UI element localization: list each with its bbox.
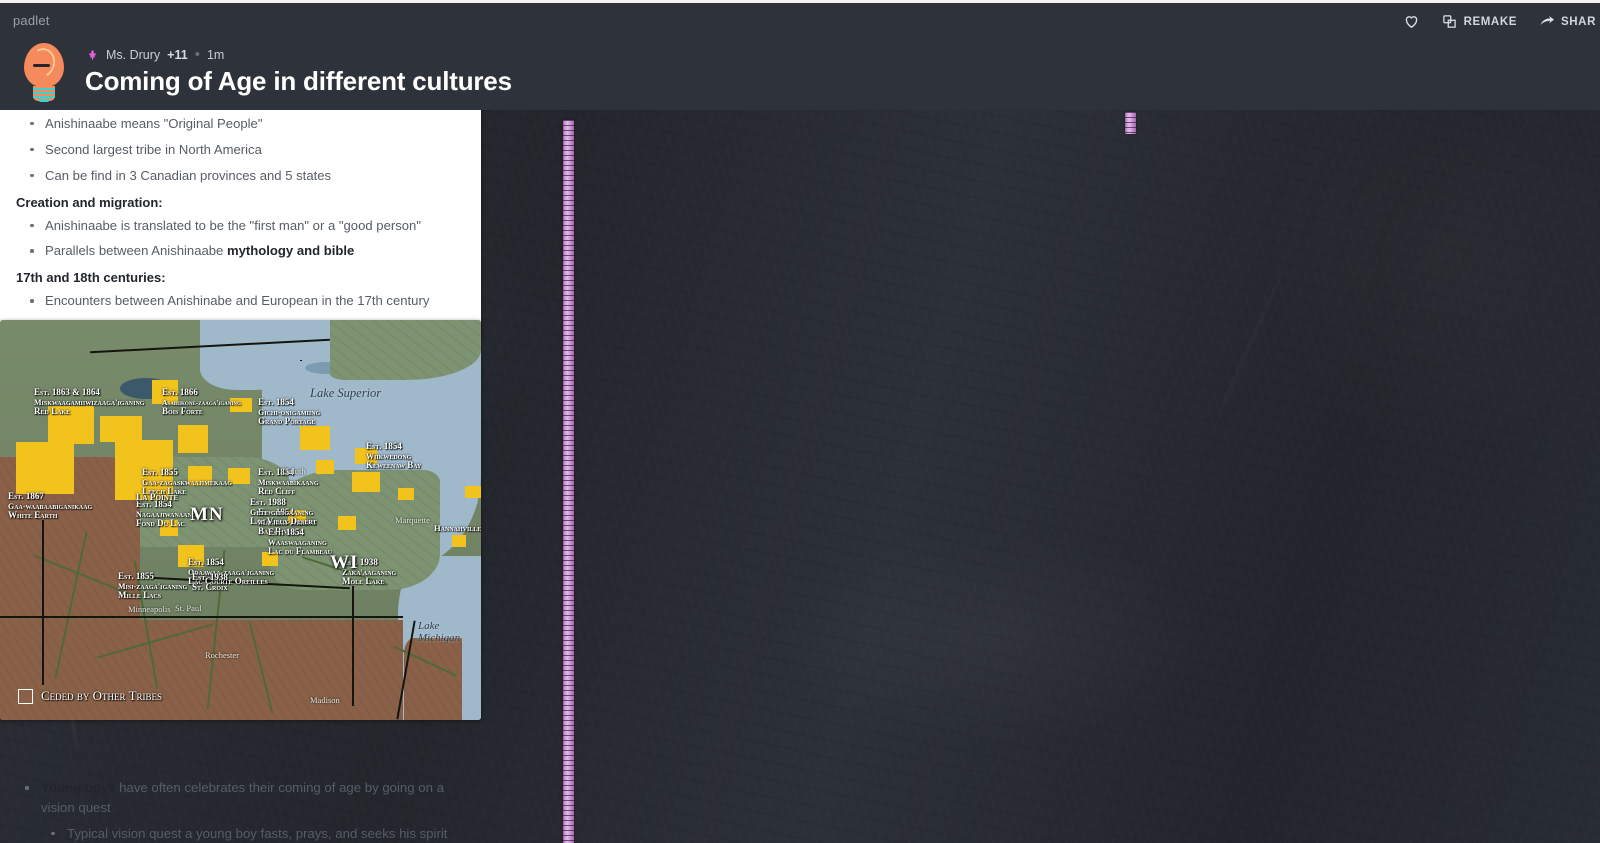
reservation-shape (452, 535, 466, 547)
column-divider-right (1125, 112, 1136, 134)
youth-trends-list: Young boys have often celebrates their c… (15, 778, 452, 843)
reservation-shape (465, 486, 481, 498)
list-item: Encounters between Anishinabe and Europe… (22, 291, 465, 311)
list-item: Anishinaabe means "Original People" (22, 114, 465, 134)
ojibwe-reservations-map: Est. 1863 & 1864 Miskwaagamiiwizaaga'iga… (0, 320, 481, 720)
creation-list: Anishinaabe is translated to be the "fir… (22, 216, 465, 262)
map-reservation-label: Est. 1988 Gete-gitigaaning Lac Vieux Des… (250, 497, 317, 527)
legend-label: Ceded by Other Tribes (41, 688, 163, 703)
state-label-mn: MN (190, 504, 224, 525)
author-name[interactable]: Ms. Drury (106, 48, 160, 62)
section-heading-centuries: 17th and 18th centuries: (16, 270, 166, 286)
map-reservation-label: Est. 1854 Nagaajiwanaang Fond Du Lac (136, 499, 197, 529)
remake-label: REMAKE (1463, 15, 1517, 28)
lake-label-superior: Lake Superior (310, 386, 382, 400)
top-bar: padlet Ms. Drury +11 • 1m Coming of Age … (0, 0, 1600, 110)
map-reservation-label: Est. 1854 Waaswaaganing Lac du Flambeau (268, 527, 333, 557)
list-item: Young boys have often celebrates their c… (15, 778, 452, 843)
reservation-shape (16, 442, 74, 494)
remake-icon (1442, 14, 1457, 29)
map-reservation-label: Est. 1866 Asabiikone-zaaga'iganing Bois … (162, 387, 241, 417)
city-label-marquette: Marquette (395, 515, 430, 525)
collaborator-count[interactable]: +11 (167, 48, 188, 62)
reservation-shape (398, 488, 414, 500)
map-reservation-label: Est. 1854 Wiikwedong Keweenaw Bay (366, 441, 422, 471)
share-label: SHAR (1561, 15, 1596, 28)
section-heading-creation: Creation and migration: (16, 194, 163, 210)
reservation-shape (300, 426, 330, 450)
list-item: Anishinaabe is translated to be the "fir… (22, 216, 465, 236)
centuries-list: Encounters between Anishinabe and Europe… (22, 291, 465, 311)
padlet-board-page: padlet Ms. Drury +11 • 1m Coming of Age … (0, 0, 1600, 843)
list-item: Second largest tribe in North America (22, 140, 465, 160)
legend-swatch-icon (18, 688, 33, 704)
state-label-wi: WI (330, 552, 359, 573)
map-reservation-label: Est. 1854 Gichi-onigamiing Grand Portage (258, 397, 321, 427)
last-updated-time: 1m (206, 48, 225, 62)
city-label-madison: Madison (310, 695, 340, 705)
list-item: Parallels between Anishinaabe mythology … (22, 241, 465, 261)
remake-button[interactable]: REMAKE (1442, 14, 1517, 29)
share-icon (1539, 14, 1554, 29)
board-meta: Ms. Drury +11 • 1m (85, 47, 225, 62)
column-divider-left (563, 120, 574, 843)
list-item: Typical vision quest a young boy fasts, … (41, 824, 452, 843)
map-reservation-label: Est. 1863 & 1864 Miskwaagamiiwizaaga'iga… (34, 387, 145, 417)
list-item-lead: Young boys (41, 780, 116, 795)
lake-label-michigan: Lake Michigan (418, 620, 461, 644)
map-reservation-label: Est. 1867 Gaa-waabaabiganikaag White Ear… (8, 491, 93, 521)
board-avatar-lightbulb-icon (20, 43, 68, 102)
city-label-minneapolis: Minneapolis (128, 604, 171, 614)
sub-list: Typical vision quest a young boy fasts, … (41, 824, 452, 843)
heart-icon (1403, 13, 1420, 30)
city-label-stpaul: St. Paul (175, 603, 202, 613)
map-reservation-label: Est. 1938 St. Croix (192, 572, 228, 592)
top-bar-actions: REMAKE SHAR (1403, 13, 1600, 30)
map-place-label-hannahville: Hannahville (434, 523, 481, 533)
map-reservation-label: Est. 1855 Misi-zaaga'iganing Mille Lacs (118, 571, 188, 601)
map-place-label-lapointe: La Pointe (136, 493, 179, 503)
favorite-button[interactable] (1403, 13, 1420, 30)
reservation-shape (100, 416, 142, 442)
page-title: Coming of Age in different cultures (85, 66, 512, 96)
city-label-duluth: Duluth (282, 466, 306, 476)
reservation-shape (178, 425, 208, 453)
anishinaabe-map-card[interactable]: Est. 1863 & 1864 Miskwaagamiiwizaaga'iga… (0, 320, 481, 720)
reservation-shape (338, 516, 356, 530)
list-item: Can be find in 3 Canadian provinces and … (22, 166, 465, 186)
city-label-rochester: Rochester (205, 650, 239, 660)
author-avatar-icon[interactable] (85, 48, 99, 62)
share-button[interactable]: SHAR (1539, 14, 1596, 29)
padlet-logo[interactable]: padlet (13, 13, 50, 28)
map-legend: Ceded by Other Tribes (18, 688, 162, 704)
reservation-shape (316, 460, 334, 474)
reservation-shape (352, 472, 380, 492)
